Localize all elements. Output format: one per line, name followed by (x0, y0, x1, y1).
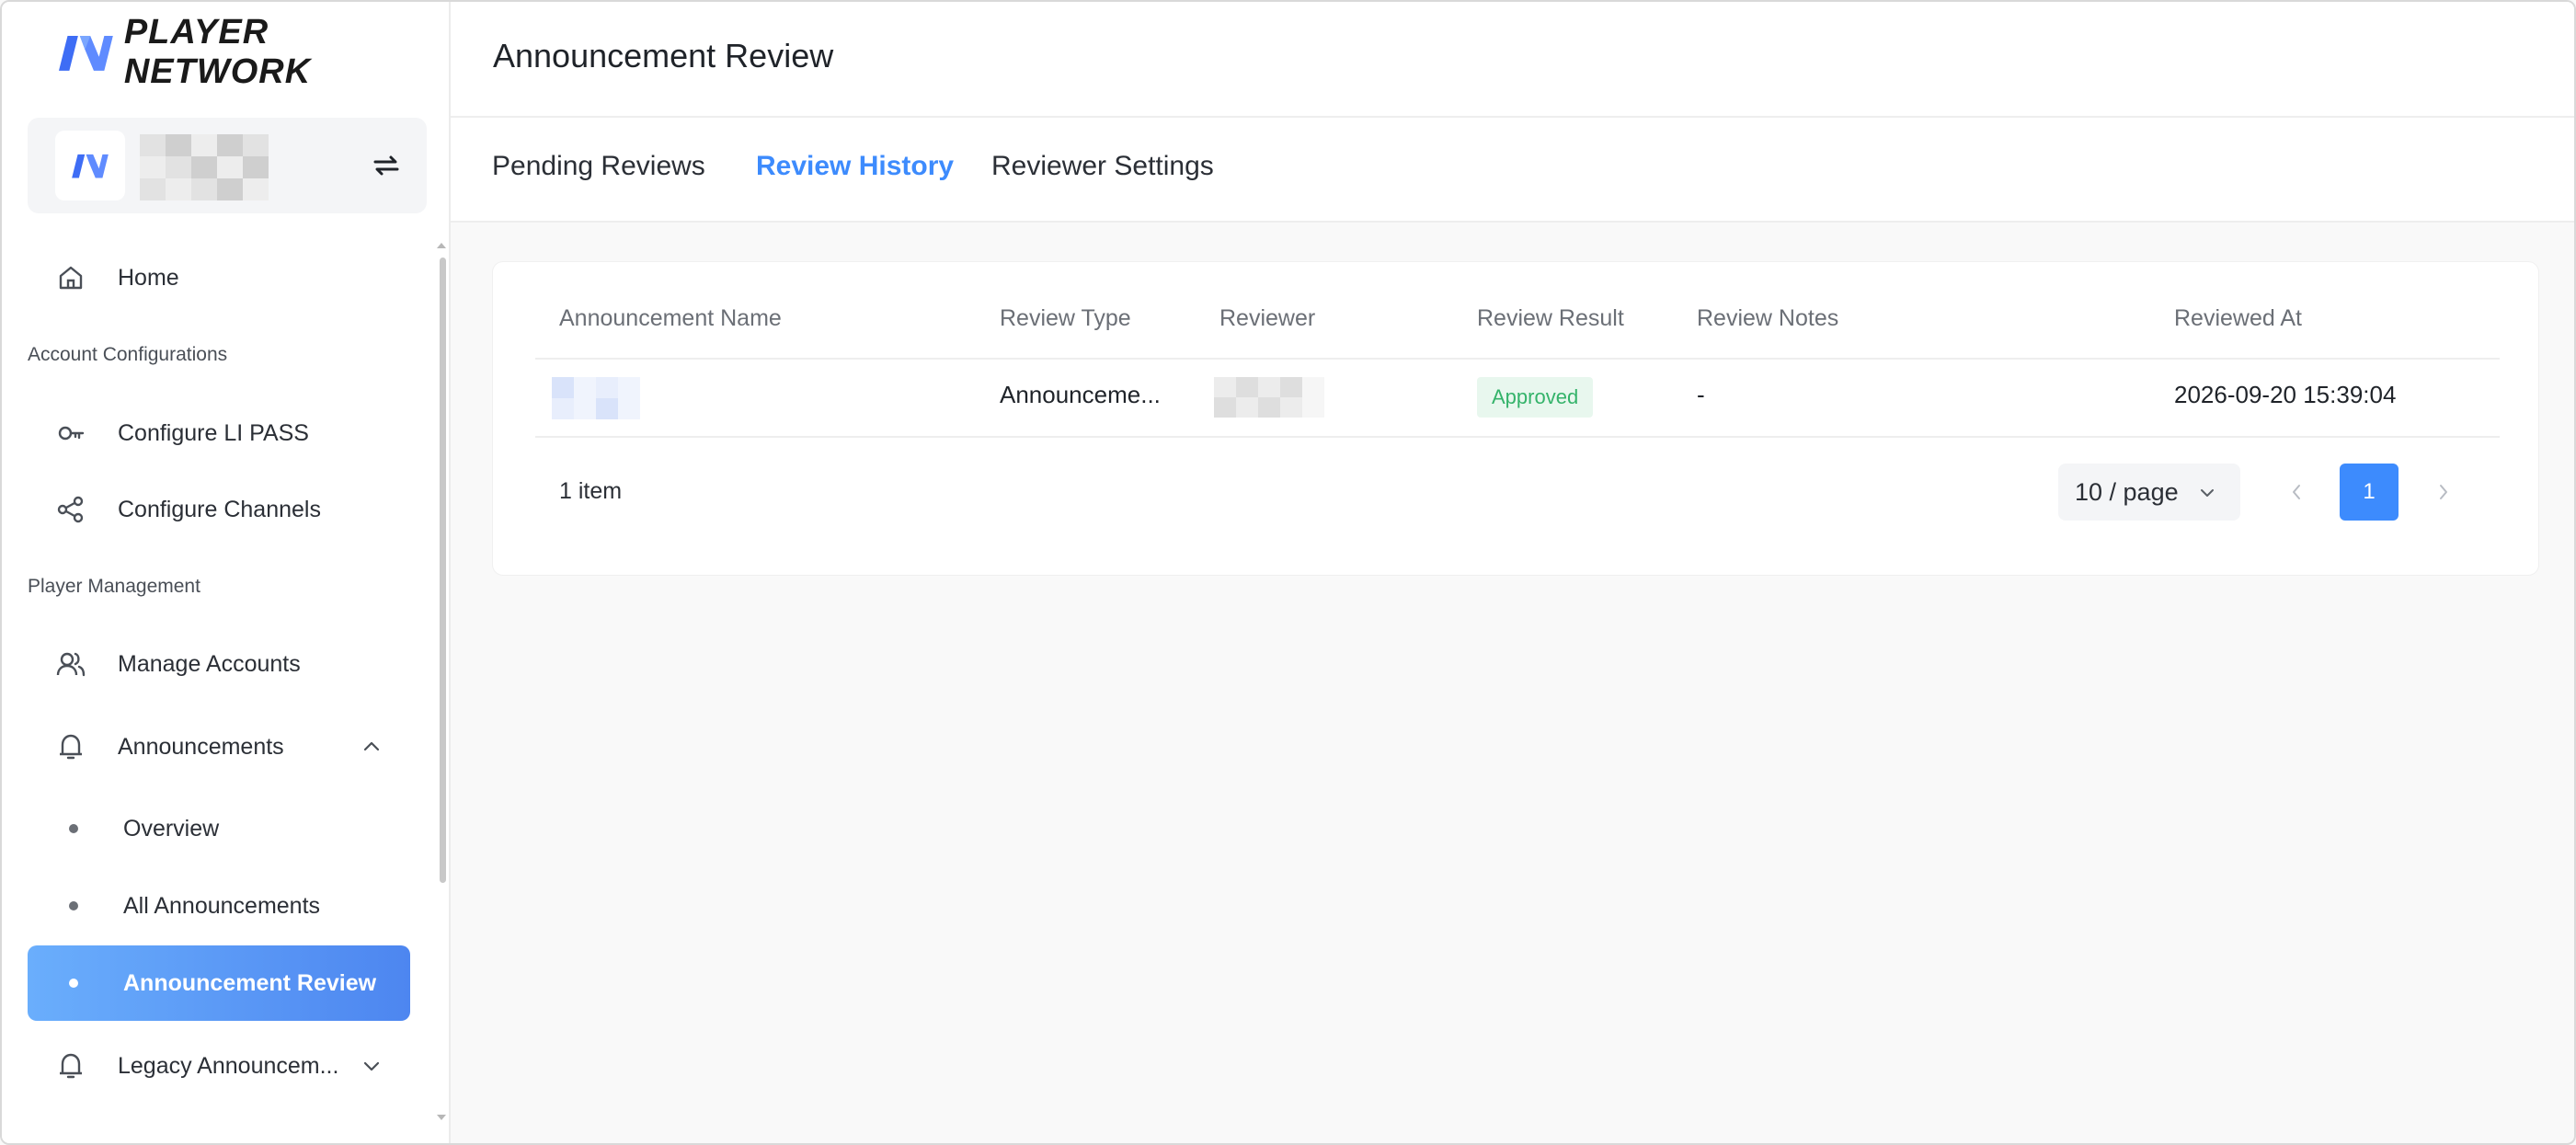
chevron-down-icon (363, 1061, 380, 1071)
group-label-account: Account Configurations (28, 344, 228, 365)
sidebar-item-label: All Announcements (123, 892, 321, 919)
announcement-name-redacted[interactable] (552, 377, 640, 419)
home-icon (55, 262, 86, 293)
sidebar-item-label: Announcement Review (123, 969, 377, 996)
tab-reviewer-settings[interactable]: Reviewer Settings (991, 151, 1214, 182)
chevron-down-icon (2201, 489, 2214, 497)
cell-reviewed-at: 2026-09-20 15:39:04 (2174, 381, 2397, 408)
scroll-up-arrow[interactable] (437, 243, 446, 248)
page-title: Announcement Review (493, 37, 834, 74)
bullet-icon (69, 901, 78, 910)
chevron-left-icon[interactable] (2283, 476, 2310, 508)
reviewer-redacted (1214, 377, 1324, 418)
tab-bar: Pending Reviews Review History Reviewer … (451, 118, 2574, 223)
sidebar-item-label: Manage Accounts (118, 650, 301, 677)
sidebar-item-manage-accounts[interactable]: Manage Accounts (28, 626, 410, 702)
users-icon (55, 648, 86, 680)
switch-icon[interactable] (372, 151, 401, 180)
tab-pending-reviews[interactable]: Pending Reviews (492, 151, 705, 182)
chevron-right-icon[interactable] (2430, 476, 2457, 508)
sidebar-item-configure-li-pass[interactable]: Configure LI PASS (28, 395, 410, 471)
account-name-redacted (140, 134, 269, 200)
tab-review-history[interactable]: Review History (756, 151, 954, 182)
app-window: PLAYER NETWORK Home Account Configuratio… (0, 0, 2576, 1145)
cell-review-notes: - (1697, 381, 1705, 408)
sidebar-item-announcement-review[interactable]: Announcement Review (28, 945, 410, 1021)
bell-icon (55, 1050, 86, 1082)
column-header-review-result: Review Result (1477, 305, 1624, 331)
column-header-review-type: Review Type (1000, 305, 1131, 331)
page-number-current[interactable]: 1 (2340, 464, 2399, 521)
bell-icon (55, 731, 86, 762)
sidebar-item-label: Announcements (118, 733, 284, 760)
sidebar-item-label: Configure LI PASS (118, 419, 309, 446)
logo-icon (59, 35, 113, 71)
sidebar-item-label: Overview (123, 815, 220, 842)
sidebar-scrollbar[interactable] (440, 258, 446, 883)
sidebar-item-announcements[interactable]: Announcements (28, 709, 410, 784)
logo-icon (72, 154, 109, 178)
column-header-review-notes: Review Notes (1697, 305, 1839, 331)
scroll-down-arrow[interactable] (437, 1115, 446, 1120)
key-icon (55, 418, 86, 449)
page-size-select[interactable]: 10 / page (2058, 464, 2240, 521)
total-count: 1 item (559, 478, 623, 504)
sidebar-item-label: Configure Channels (118, 496, 321, 522)
sidebar-item-legacy-announcements[interactable]: Legacy Announcem... (28, 1028, 410, 1104)
header-divider (535, 358, 2500, 360)
page-header: Announcement Review (451, 2, 2574, 118)
sidebar-item-all-announcements[interactable]: All Announcements (28, 868, 410, 944)
sidebar-item-home[interactable]: Home (28, 240, 410, 315)
sidebar-item-configure-channels[interactable]: Configure Channels (28, 472, 410, 547)
row-divider (535, 436, 2500, 438)
account-avatar (55, 131, 125, 200)
chevron-up-icon (363, 741, 380, 751)
brand-logo[interactable]: PLAYER NETWORK (59, 13, 449, 91)
sidebar-item-overview[interactable]: Overview (28, 791, 410, 866)
cell-review-type: Announceme... (1000, 381, 1161, 408)
account-switcher[interactable] (28, 118, 427, 213)
sidebar: PLAYER NETWORK Home Account Configuratio… (2, 2, 451, 1143)
sidebar-item-label: Home (118, 264, 179, 291)
column-header-reviewer: Reviewer (1219, 305, 1316, 331)
share-icon (55, 494, 86, 525)
group-label-player: Player Management (28, 576, 200, 597)
page-size-value: 10 / page (2075, 477, 2179, 506)
brand-name: PLAYER NETWORK (123, 13, 312, 91)
column-header-announcement-name: Announcement Name (559, 305, 782, 331)
bullet-icon (69, 979, 78, 988)
column-header-reviewed-at: Reviewed At (2174, 305, 2302, 331)
status-badge-approved: Approved (1477, 377, 1594, 418)
sidebar-item-label: Legacy Announcem... (118, 1052, 339, 1079)
bullet-icon (69, 824, 78, 833)
